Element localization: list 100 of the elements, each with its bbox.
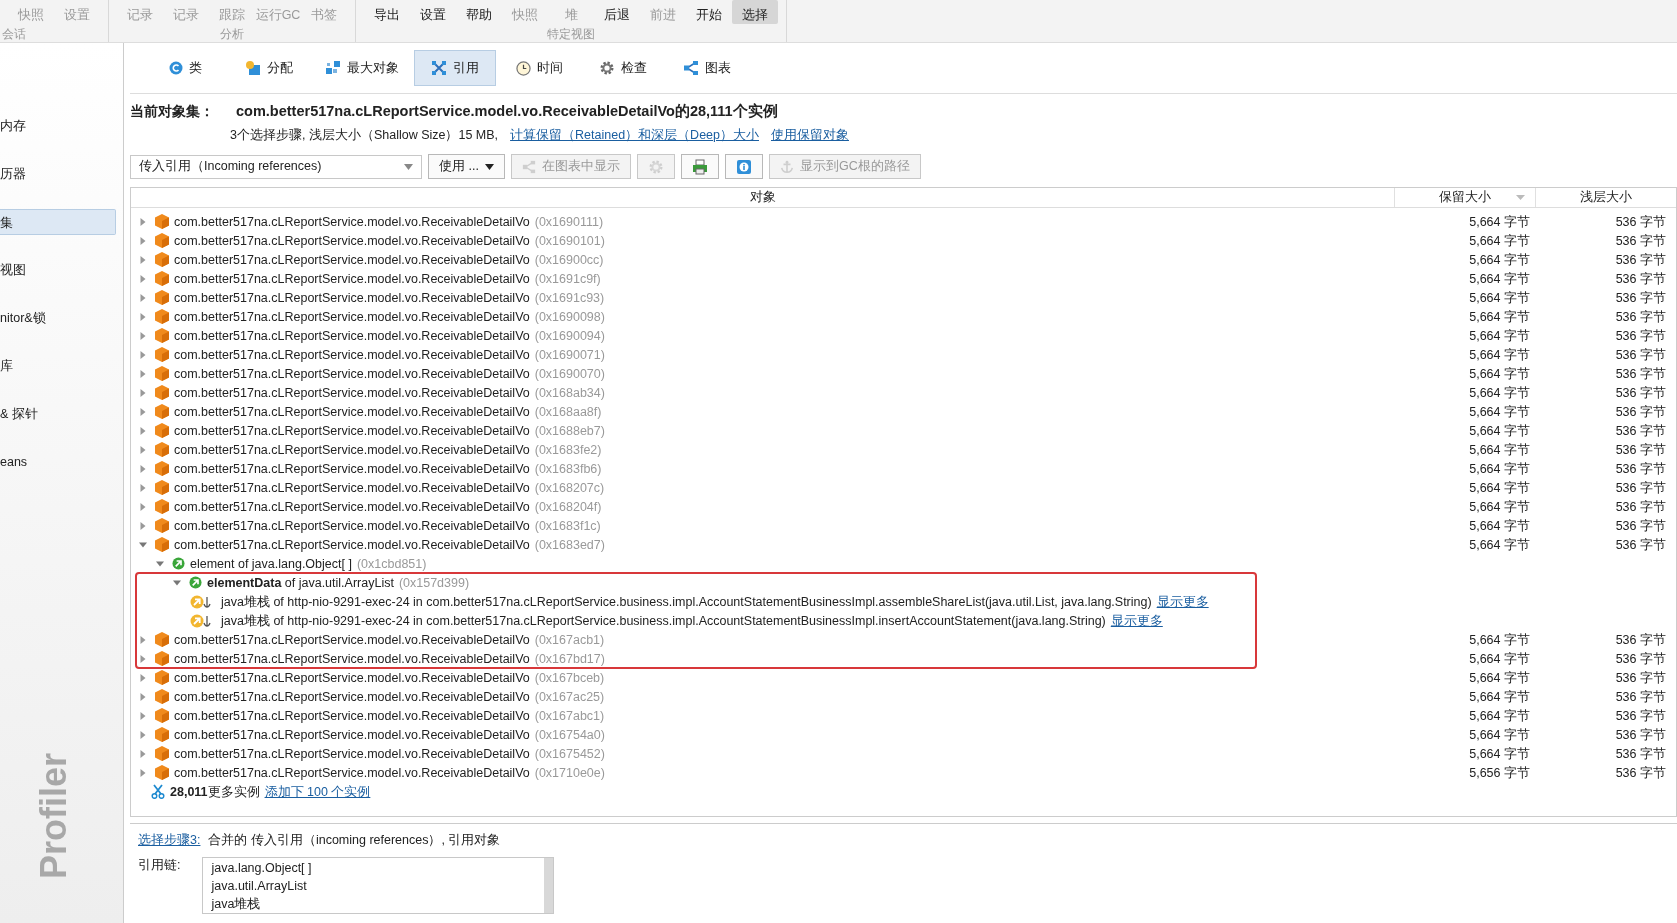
cube-icon — [155, 651, 169, 666]
expand-toggle-icon[interactable] — [139, 255, 147, 264]
sidebar-item[interactable]: eans — [0, 449, 116, 475]
shallow-size: 536 字节 — [1615, 347, 1666, 362]
object-address: (0x157d399) — [398, 575, 470, 590]
retained-size: 5,664 字节 — [1469, 518, 1530, 533]
header-link[interactable]: 使用保留对象 — [771, 127, 849, 144]
view-tab[interactable]: 检查 — [582, 50, 664, 86]
object-address: (0x1cbd851) — [356, 556, 427, 571]
expand-toggle-icon[interactable] — [139, 711, 147, 720]
instance-name: com.better517na.cLReportService.model.vo.ReceivableDetailVo — [174, 271, 530, 286]
expand-toggle-icon[interactable] — [139, 502, 147, 511]
chain-item[interactable]: java堆栈 — [211, 895, 312, 913]
toolbar-button[interactable]: 选择 — [732, 0, 778, 24]
expand-toggle-icon[interactable] — [139, 768, 147, 777]
view-tab[interactable]: 引用 — [414, 50, 496, 86]
chain-item[interactable]: java.util.ArrayList — [211, 877, 312, 895]
retained-size: 5,664 字节 — [1469, 480, 1530, 495]
expand-toggle-icon[interactable] — [139, 749, 147, 758]
expand-toggle-icon[interactable] — [139, 407, 147, 416]
use-menu-button[interactable]: 使用 ... — [428, 154, 505, 179]
retained-size: 5,664 字节 — [1469, 689, 1530, 704]
expand-toggle-icon[interactable] — [139, 730, 147, 739]
info-button[interactable] — [724, 154, 763, 179]
shallow-size: 536 字节 — [1615, 233, 1666, 248]
cube-icon — [155, 480, 169, 495]
view-tab[interactable]: 类 — [144, 50, 226, 86]
shallow-size: 536 字节 — [1615, 632, 1666, 647]
expand-toggle-icon[interactable] — [156, 559, 164, 568]
expand-toggle-icon[interactable] — [139, 388, 147, 397]
sidebar-item[interactable]: 视图 — [0, 257, 116, 283]
expand-toggle-icon[interactable] — [139, 331, 147, 340]
expand-toggle-icon[interactable] — [139, 274, 147, 283]
cube-icon — [155, 499, 169, 514]
sidebar-item[interactable]: nitor&锁 — [0, 305, 116, 331]
sort-arrow-icon — [1516, 195, 1525, 200]
instance-name: com.better517na.cLReportService.model.vo.ReceivableDetailVo — [174, 689, 530, 704]
cube-icon — [155, 404, 169, 419]
sidebar-item[interactable]: 内存 — [0, 113, 116, 139]
view-tab[interactable]: 图表 — [666, 50, 748, 86]
sidebar-item[interactable]: & 探针 — [0, 401, 116, 427]
gear-icon — [599, 60, 615, 76]
toolbar-button[interactable]: 后退 — [594, 0, 640, 24]
toolbar-button[interactable]: 帮助 — [456, 0, 502, 24]
expand-toggle-icon[interactable] — [139, 464, 147, 473]
expand-toggle-icon[interactable] — [139, 483, 147, 492]
expand-toggle-icon[interactable] — [139, 540, 147, 549]
cube-icon — [155, 442, 169, 457]
object-set-label: 当前对象集： — [130, 103, 214, 121]
shallow-size: 536 字节 — [1615, 480, 1666, 495]
expand-toggle-icon[interactable] — [173, 578, 181, 587]
expand-toggle-icon[interactable] — [139, 293, 147, 302]
retained-size: 5,664 字节 — [1469, 271, 1530, 286]
object-address: (0x1690101) — [534, 233, 605, 248]
column-header[interactable]: 对象 — [131, 188, 1395, 207]
sidebar-item[interactable]: 集 — [0, 209, 116, 235]
reference-type-dropdown[interactable]: 传入引用（Incoming references) — [130, 154, 422, 179]
view-tab[interactable]: 分配 — [228, 50, 310, 86]
reference-name: element of java.lang.Object[ ] — [190, 556, 352, 571]
selection-step-link[interactable]: 选择步骤3: — [138, 832, 201, 849]
toolbar-button[interactable]: 设置 — [410, 0, 456, 24]
scrollbar[interactable] — [544, 858, 554, 913]
add-instances-link[interactable]: 添加下 100 个实例 — [264, 784, 371, 799]
chain-item[interactable]: java.lang.Object[ ] — [211, 859, 312, 877]
expand-toggle-icon[interactable] — [139, 426, 147, 435]
object-address: (0x167bd17) — [534, 651, 605, 666]
expand-toggle-icon[interactable] — [139, 236, 147, 245]
view-tab[interactable]: 最大对象 — [312, 50, 412, 86]
header-link[interactable]: 计算保留（Retained）和深层（Deep）大小 — [510, 127, 759, 144]
retained-size: 5,664 字节 — [1469, 290, 1530, 305]
toolbar-button[interactable]: 导出 — [364, 0, 410, 24]
toolbar-button[interactable]: 开始 — [686, 0, 732, 24]
expand-toggle-icon[interactable] — [139, 692, 147, 701]
show-more-link[interactable]: 显示更多 — [1110, 613, 1163, 628]
print-button[interactable] — [680, 154, 719, 179]
column-header[interactable]: 保留大小 — [1395, 188, 1536, 207]
sidebar-item[interactable]: 库 — [0, 353, 116, 379]
cube-icon — [155, 366, 169, 381]
column-header[interactable]: 浅层大小 — [1536, 188, 1676, 207]
object-address: (0x16900cc) — [534, 252, 604, 267]
show-more-link[interactable]: 显示更多 — [1156, 594, 1209, 609]
instance-name: com.better517na.cLReportService.model.vo.ReceivableDetailVo — [174, 309, 530, 324]
expand-toggle-icon[interactable] — [139, 673, 147, 682]
expand-toggle-icon[interactable] — [139, 350, 147, 359]
reference-arrow-icon — [172, 557, 185, 570]
expand-toggle-icon[interactable] — [139, 445, 147, 454]
gear-icon — [647, 158, 664, 175]
object-address: (0x1690098) — [534, 309, 605, 324]
retained-size: 5,664 字节 — [1469, 366, 1530, 381]
view-tab[interactable]: 时间 — [498, 50, 580, 86]
expand-toggle-icon[interactable] — [139, 217, 147, 226]
expand-toggle-icon[interactable] — [139, 312, 147, 321]
expand-toggle-icon[interactable] — [139, 635, 147, 644]
object-address: (0x168204f) — [534, 499, 602, 514]
cube-icon — [155, 271, 169, 286]
expand-toggle-icon[interactable] — [139, 654, 147, 663]
object-address: (0x1683fb6) — [534, 461, 602, 476]
sidebar-item[interactable]: 历器 — [0, 161, 116, 187]
expand-toggle-icon[interactable] — [139, 521, 147, 530]
expand-toggle-icon[interactable] — [139, 369, 147, 378]
